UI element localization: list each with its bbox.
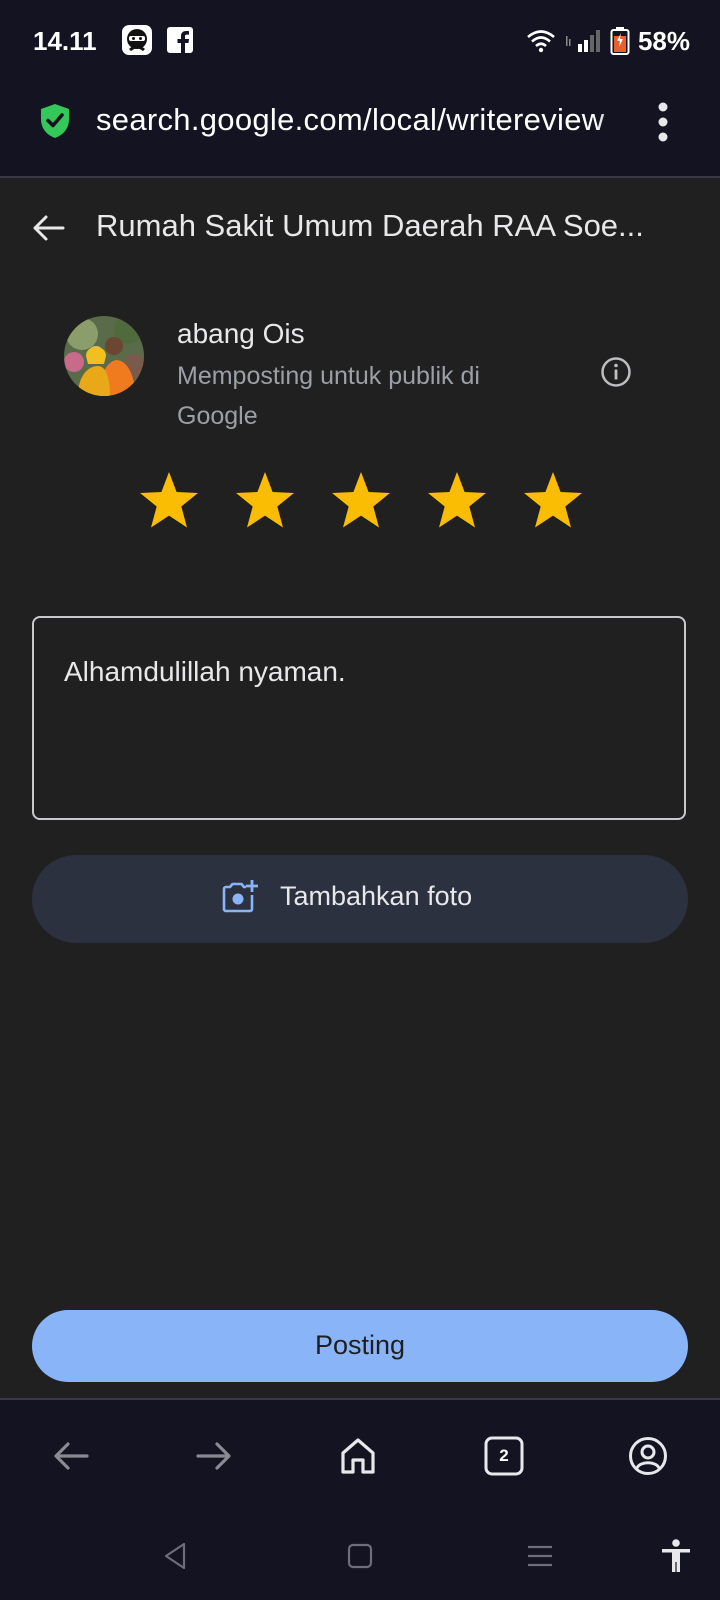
review-text: Alhamdulillah nyaman. [64, 656, 346, 687]
review-textarea[interactable]: Alhamdulillah nyaman. [32, 616, 686, 820]
page-header: Rumah Sakit Umum Daerah RAA Soe... [0, 178, 720, 278]
status-bar: 14.11 58% [0, 0, 720, 82]
star-icon[interactable] [234, 470, 296, 530]
arrow-back-icon[interactable] [30, 210, 66, 246]
sys-back-icon[interactable] [160, 1540, 192, 1572]
battery-percent: 58% [637, 25, 690, 56]
more-vert-icon[interactable] [656, 100, 670, 144]
tabs-count: 2 [499, 1446, 509, 1465]
star-icon[interactable] [138, 470, 200, 530]
facebook-icon [167, 27, 193, 53]
add-photo-button[interactable]: Tambahkan foto [32, 855, 688, 943]
home-icon[interactable] [338, 1436, 378, 1476]
user-name: abang Ois [177, 318, 305, 349]
signal-icon [565, 30, 600, 52]
post-button-label: Posting [314, 1330, 406, 1360]
account-icon[interactable] [628, 1436, 668, 1476]
add-photo-content: Tambahkan foto [222, 879, 472, 913]
post-button[interactable]: Posting [32, 1310, 688, 1382]
avatar-image [64, 316, 144, 396]
add-photo-label: Tambahkan foto [280, 880, 473, 911]
sys-home-icon[interactable] [344, 1540, 376, 1572]
sys-recents-icon[interactable] [524, 1540, 556, 1572]
url-field[interactable]: search.google.com/local/writereview [96, 102, 636, 142]
posting-visibility-note: Memposting untuk publik di Google [177, 362, 480, 430]
star-icon[interactable] [426, 470, 488, 530]
status-time: 14.11 [33, 26, 97, 56]
url-text: search.google.com/local/writereview [96, 102, 605, 137]
avatar [64, 316, 144, 396]
status-right: 58% [526, 24, 690, 58]
star-icon[interactable] [330, 470, 392, 530]
info-icon[interactable] [600, 356, 632, 388]
shield-check-icon[interactable] [38, 102, 72, 140]
browser-bottom-nav: 2 [0, 1398, 720, 1516]
page-title: Rumah Sakit Umum Daerah RAA Soe... [96, 208, 644, 243]
back-icon[interactable] [51, 1436, 91, 1476]
ninja-app-icon [122, 25, 152, 55]
accessibility-icon[interactable] [658, 1538, 694, 1574]
star-rating [138, 470, 584, 530]
system-nav-bar [0, 1514, 720, 1600]
tabs-button[interactable]: 2 [484, 1436, 524, 1476]
wifi-icon [527, 30, 555, 53]
battery-icon [610, 27, 630, 55]
star-icon[interactable] [522, 470, 584, 530]
add-photo-icon [222, 880, 258, 913]
url-fade [596, 102, 636, 142]
browser-url-bar: search.google.com/local/writereview [0, 82, 720, 178]
forward-icon[interactable] [194, 1436, 234, 1476]
